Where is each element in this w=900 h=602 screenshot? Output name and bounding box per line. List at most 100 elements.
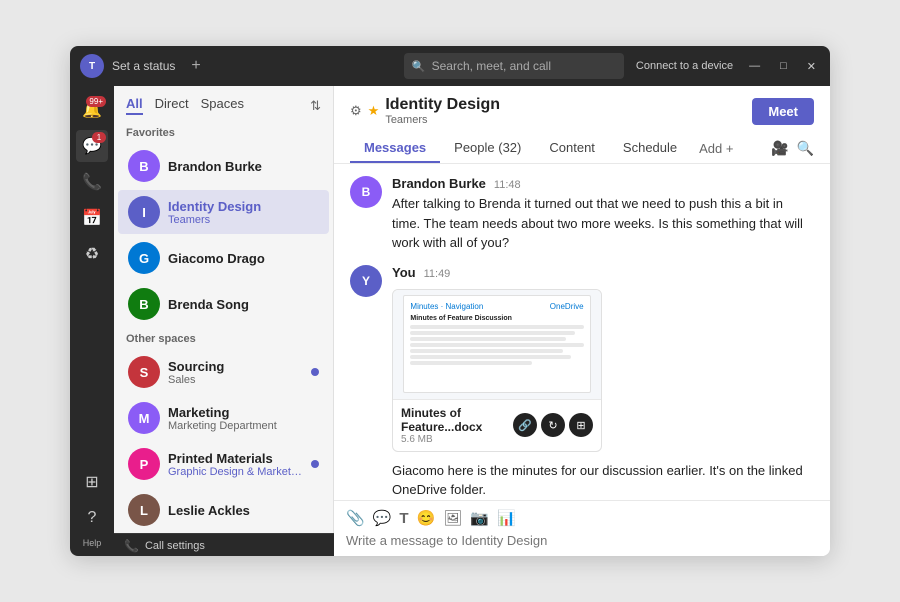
compose-toolbar: 📎 💬 T 😊 🖼 📷 📊	[346, 509, 818, 527]
gif-icon[interactable]: 🖼	[443, 509, 462, 527]
tab-direct[interactable]: Direct	[155, 96, 189, 115]
channel-item-sourcing[interactable]: S Sourcing Sales	[118, 350, 329, 394]
attach-icon[interactable]: 📎	[346, 509, 365, 527]
file-link-button[interactable]: 🔗	[513, 413, 537, 437]
emoji-icon[interactable]: 😊	[417, 509, 436, 527]
help-label: Help	[83, 538, 102, 548]
identity-info: Identity Design Teamers	[168, 199, 319, 226]
printed-avatar: P	[128, 448, 160, 480]
sticker-icon[interactable]: 📷	[470, 509, 489, 527]
doc-lines	[410, 325, 583, 365]
channel-item-giacomo[interactable]: G Giacomo Drago	[118, 236, 329, 280]
printed-info: Printed Materials Graphic Design & Marke…	[168, 451, 303, 478]
msg1-header: Brandon Burke 11:48	[392, 176, 814, 191]
search-bar[interactable]: 🔍 Search, meet, and call	[404, 53, 624, 79]
connect-device-label[interactable]: Connect to a device	[636, 60, 733, 72]
search-placeholder: Search, meet, and call	[432, 59, 551, 73]
format-icon[interactable]: 💬	[373, 509, 392, 527]
chat-title-left: ⚙ ★ Identity Design Teamers	[350, 96, 500, 126]
main-layout: 🔔 99+ 💬 1 📞 📅 ♻ ⊞ ?	[70, 86, 830, 556]
video-icon[interactable]: 🎥	[771, 140, 788, 157]
sidebar-item-chat[interactable]: 💬 1	[76, 130, 108, 162]
sidebar-item-apps[interactable]: ⊞	[76, 466, 108, 498]
leslie-name: Leslie Ackles	[168, 503, 319, 518]
sidebar-item-activity[interactable]: 🔔 99+	[76, 94, 108, 126]
compose-area: 📎 💬 T 😊 🖼 📷 📊	[334, 500, 830, 556]
call-settings-bar[interactable]: 📞 Call settings	[114, 533, 334, 556]
tab-all[interactable]: All	[126, 96, 143, 115]
msg1-text: After talking to Brenda it turned out th…	[392, 194, 814, 253]
tab-people[interactable]: People (32)	[440, 134, 535, 163]
chat-title-group: Identity Design Teamers	[385, 96, 500, 126]
sourcing-dot	[311, 368, 319, 376]
chat-settings-icon[interactable]: ⚙	[350, 103, 362, 119]
tab-content[interactable]: Content	[535, 134, 609, 163]
leslie-info: Leslie Ackles	[168, 503, 319, 518]
channel-item-brandon[interactable]: B Brandon Burke	[118, 144, 329, 188]
chat-nav-tabs: Messages People (32) Content Schedule Ad…	[350, 134, 814, 163]
channel-item-leslie[interactable]: L Leslie Ackles	[118, 488, 329, 532]
brandon-info: Brandon Burke	[168, 159, 319, 174]
msg1-avatar: B	[350, 176, 382, 208]
giacomo-avatar: G	[128, 242, 160, 274]
apps-icon: ⊞	[85, 472, 98, 492]
brenda-name: Brenda Song	[168, 297, 319, 312]
meet-button[interactable]: Meet	[752, 98, 814, 125]
channel-item-identity-design[interactable]: I Identity Design Teamers	[118, 190, 329, 234]
chat-star-icon[interactable]: ★	[368, 103, 380, 119]
sidebar-item-calls[interactable]: 📞	[76, 166, 108, 198]
sourcing-name: Sourcing	[168, 359, 303, 374]
sidebar-item-calendar[interactable]: 📅	[76, 202, 108, 234]
channel-item-marketing[interactable]: M Marketing Marketing Department	[118, 396, 329, 440]
file-refresh-button[interactable]: ↻	[541, 413, 565, 437]
chat-badge: 1	[92, 132, 106, 143]
msg1-time: 11:48	[494, 179, 521, 191]
minimize-button[interactable]: —	[745, 60, 764, 72]
tab-messages[interactable]: Messages	[350, 134, 440, 163]
giacomo-name: Giacomo Drago	[168, 251, 319, 266]
activity-badge: 99+	[86, 96, 106, 107]
title-bar-right: Connect to a device — □ ✕	[636, 60, 820, 73]
compose-input[interactable]	[346, 533, 818, 548]
msg2-sender: You	[392, 265, 416, 280]
status-text[interactable]: Set a status	[112, 59, 175, 73]
channel-item-brenda[interactable]: B Brenda Song	[118, 282, 329, 326]
file-preview-doc: Minutes · Navigation OneDrive Minutes of…	[403, 295, 590, 393]
message-row-1: B Brandon Burke 11:48 After talking to B…	[350, 176, 814, 253]
printed-name: Printed Materials	[168, 451, 303, 466]
sidebar-item-help[interactable]: ?	[76, 502, 108, 534]
msg2-time: 11:49	[424, 268, 451, 280]
maximize-button[interactable]: □	[776, 60, 791, 72]
message-row-2: Y You 11:49 Minutes · Navigation	[350, 265, 814, 500]
tab-add[interactable]: Add +	[691, 135, 741, 162]
file-more-button[interactable]: ⊞	[569, 413, 593, 437]
sidebar-item-teams[interactable]: ♻	[76, 238, 108, 270]
chat-title: Identity Design	[385, 96, 500, 114]
call-settings-label: Call settings	[145, 540, 205, 552]
tab-schedule[interactable]: Schedule	[609, 134, 691, 163]
file-preview: Minutes · Navigation OneDrive Minutes of…	[393, 290, 601, 400]
text-icon[interactable]: T	[399, 510, 408, 527]
tab-spaces[interactable]: Spaces	[201, 96, 244, 115]
marketing-sub: Marketing Department	[168, 420, 319, 432]
call-settings-icon: 📞	[124, 539, 139, 553]
giacomo-info: Giacomo Drago	[168, 251, 319, 266]
identity-sub: Teamers	[168, 214, 319, 226]
filter-icon[interactable]: ⇅	[310, 98, 321, 114]
marketing-info: Marketing Marketing Department	[168, 405, 319, 432]
chat-nav-right: 🎥 🔍	[771, 140, 814, 157]
msg1-sender: Brandon Burke	[392, 176, 486, 191]
close-button[interactable]: ✕	[803, 60, 820, 73]
calendar-icon: 📅	[82, 208, 102, 228]
sidebar-bottom: ⊞ ? Help	[76, 466, 108, 556]
identity-avatar: I	[128, 196, 160, 228]
sourcing-sub: Sales	[168, 374, 303, 386]
chat-area: ⚙ ★ Identity Design Teamers Meet Message…	[334, 86, 830, 556]
more-compose-icon[interactable]: 📊	[497, 509, 516, 527]
doc-nav-label: Minutes · Navigation	[410, 302, 483, 311]
search-chat-icon[interactable]: 🔍	[797, 140, 814, 157]
brenda-info: Brenda Song	[168, 297, 319, 312]
section-otherspaces-label: Other spaces	[114, 327, 333, 349]
new-tab-button[interactable]: +	[191, 57, 200, 75]
channel-item-printed[interactable]: P Printed Materials Graphic Design & Mar…	[118, 442, 329, 486]
